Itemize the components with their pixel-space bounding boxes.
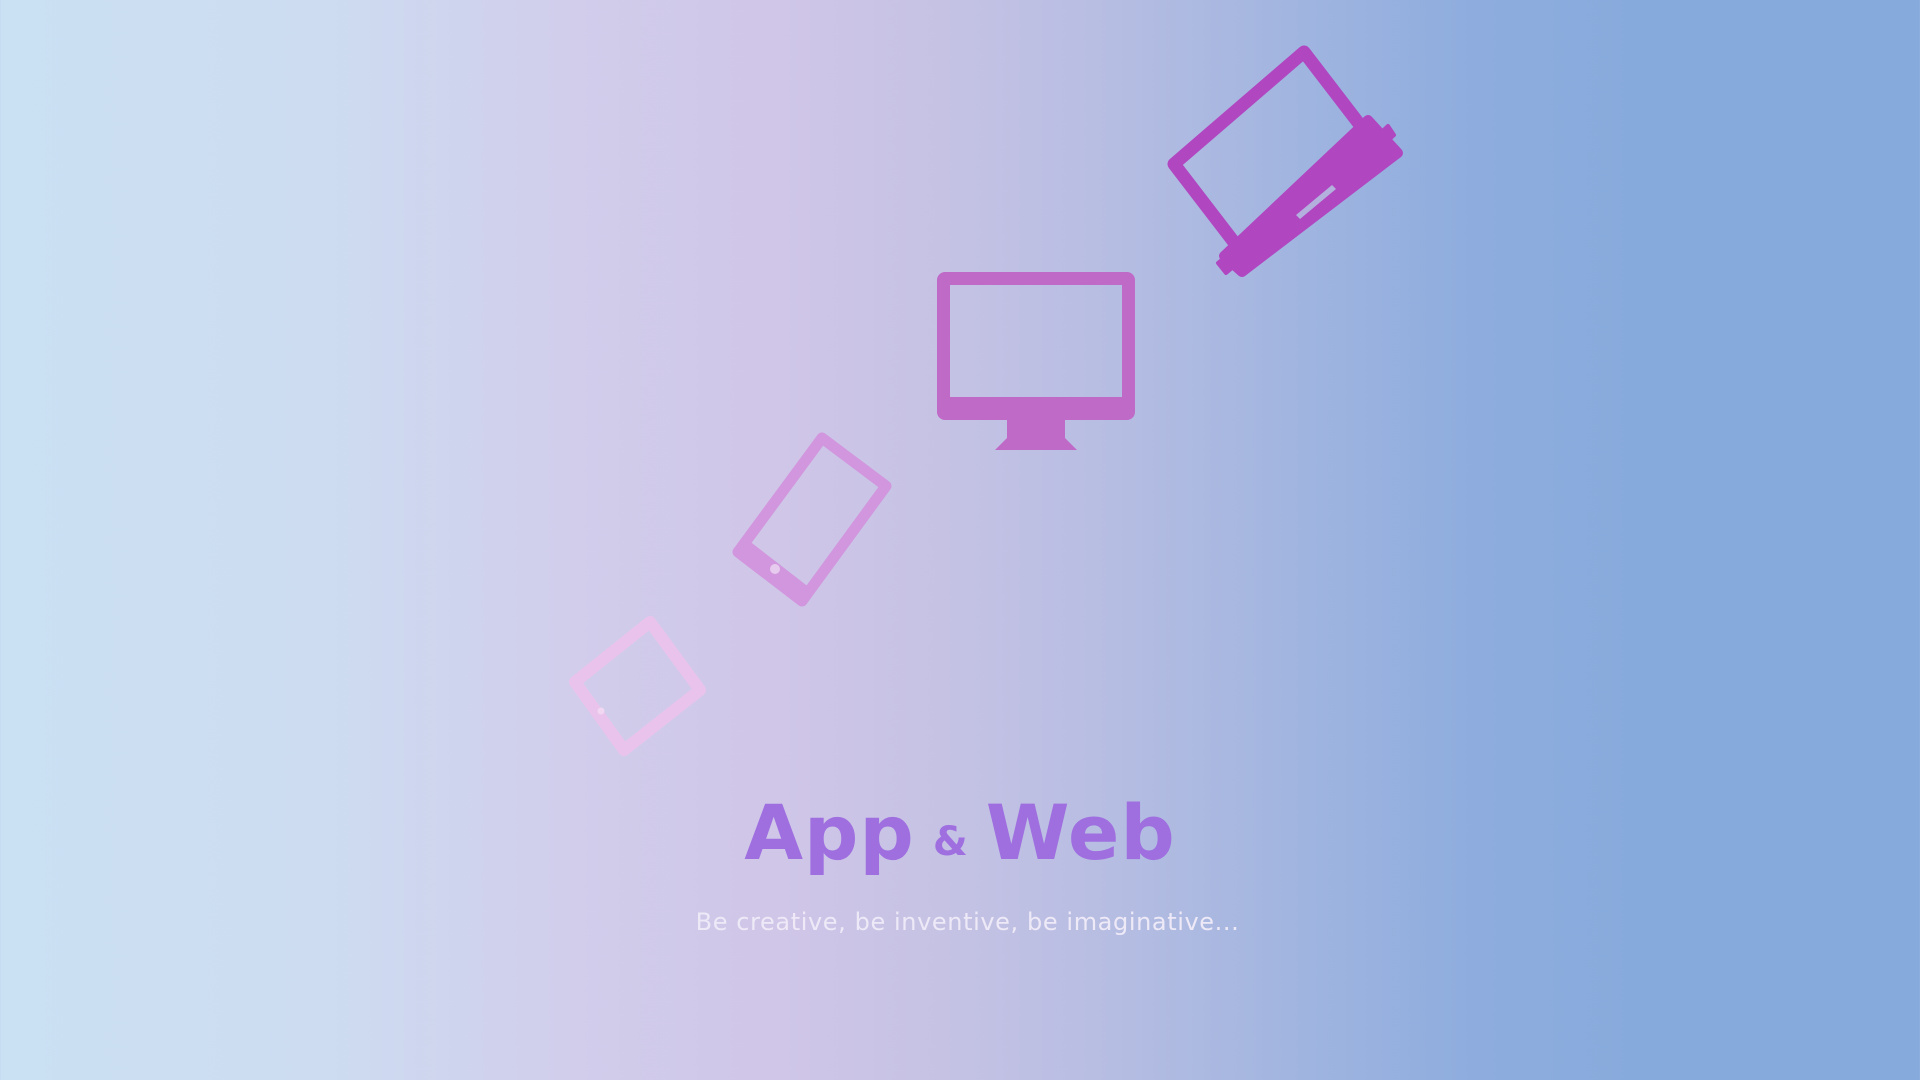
title-ampersand: & (932, 819, 968, 865)
tablet-icon (565, 612, 715, 762)
laptop-icon (1160, 40, 1410, 280)
title-web: Web (985, 788, 1176, 877)
desktop-monitor-icon (937, 272, 1135, 460)
app-web-title: App & Web (0, 795, 1920, 871)
tagline: Be creative, be inventive, be imaginativ… (695, 908, 1240, 936)
smartphone-icon (728, 428, 898, 608)
title-app: App (744, 788, 915, 877)
